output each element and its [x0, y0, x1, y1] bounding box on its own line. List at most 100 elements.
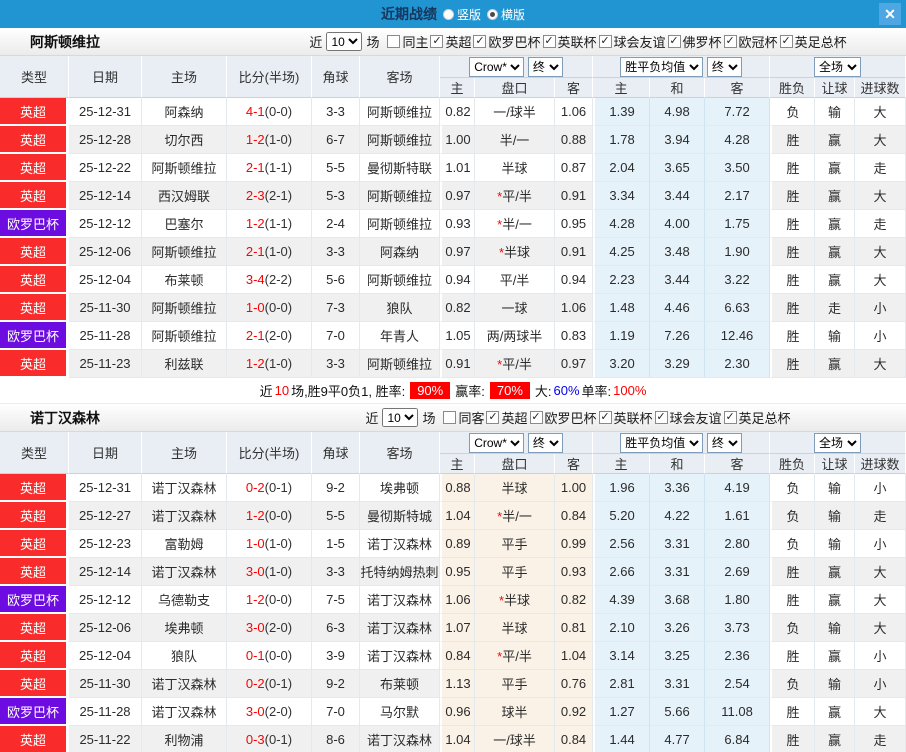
table-row: 英超 25-12-04 狼队 0-1(0-0) 3-9 诺丁汉森林 0.84 *平/半 1.04…: [0, 642, 906, 670]
cell-league-badge: 英超: [0, 154, 69, 182]
same-venue-checkbox[interactable]: [443, 411, 457, 424]
cell-league-badge: 英超: [0, 614, 69, 642]
cell-league-badge: 英超: [0, 266, 69, 294]
cell-score: 3-0(2-0): [227, 698, 312, 726]
cell-away-team: 阿斯顿维拉: [360, 350, 440, 378]
table-body: 英超 25-12-31 阿森纳 4-1(0-0) 3-3 阿斯顿维拉 0.82 一/球半 1.0…: [0, 98, 906, 378]
cell-away-odds: 1.06: [555, 98, 594, 126]
bookmaker-select[interactable]: Crow*: [469, 56, 525, 77]
cell-result: 胜: [770, 126, 816, 154]
score-fulltime: 0-2: [245, 676, 265, 691]
cell-home-odds: 0.88: [440, 474, 475, 502]
sub-result-header: 胜负: [770, 78, 816, 98]
cell-home-odds: 0.82: [440, 98, 475, 126]
cell-draw-avg: 3.31: [650, 558, 706, 586]
sub-draw-avg-header: 和: [650, 78, 706, 98]
full-match-select[interactable]: 全场: [814, 56, 862, 77]
match-count-select[interactable]: 10: [326, 32, 363, 51]
league-checkbox[interactable]: ✓: [430, 35, 444, 48]
cell-date: 25-12-28: [69, 126, 142, 154]
bookmaker-select[interactable]: Crow*: [469, 432, 525, 453]
league-filter-label: 欧罗巴杯: [488, 35, 541, 50]
cell-lose-avg: 7.72: [705, 98, 771, 126]
col-away-header: 客场: [360, 432, 440, 474]
league-checkbox[interactable]: ✓: [529, 411, 543, 424]
cell-handicap: 一球: [475, 294, 555, 322]
score-fulltime: 3-0: [245, 704, 265, 719]
cell-goals-result: 大: [855, 266, 906, 294]
cell-date: 25-12-04: [69, 266, 142, 294]
league-checkbox[interactable]: ✓: [542, 35, 556, 48]
league-checkbox[interactable]: ✓: [598, 35, 612, 48]
matches-table: 类型 日期 主场 比分(半场) 角球 客场 Crow* 终 胜平负均值 终 全场…: [0, 432, 906, 752]
score-fulltime: 0-3: [245, 732, 265, 747]
cell-home-odds: 0.91: [440, 350, 475, 378]
radio-horizontal-layout[interactable]: 横版: [487, 6, 525, 23]
close-icon[interactable]: ✕: [879, 3, 901, 25]
final-avg-select[interactable]: 终: [706, 432, 742, 453]
league-checkbox[interactable]: ✓: [723, 35, 737, 48]
score-fulltime: 1-0: [245, 300, 265, 315]
avg-odds-select[interactable]: 胜平负均值: [620, 56, 704, 77]
league-checkbox[interactable]: ✓: [723, 411, 737, 424]
cell-corners: 5-6: [312, 266, 360, 294]
cell-handicap-result: 赢: [815, 266, 856, 294]
cell-date: 25-11-28: [69, 322, 142, 350]
radio-checked-icon[interactable]: [487, 8, 498, 20]
cell-league-badge: 英超: [0, 294, 69, 322]
cell-handicap-result: 输: [815, 502, 856, 530]
cell-result: 胜: [770, 294, 816, 322]
radio-vertical-layout[interactable]: 竖版: [442, 6, 481, 23]
sub-result-header: 胜负: [770, 454, 816, 474]
cell-score: 1-0(1-0): [227, 530, 312, 558]
cell-date: 25-12-31: [69, 98, 142, 126]
score-halftime: (0-0): [264, 300, 293, 315]
cell-corners: 5-3: [312, 182, 360, 210]
league-checkbox[interactable]: ✓: [654, 411, 668, 424]
league-filter-label: 英超: [501, 411, 528, 426]
league-checkbox[interactable]: ✓: [598, 411, 612, 424]
score-fulltime: 0-1: [245, 648, 265, 663]
avg-odds-select[interactable]: 胜平负均值: [620, 432, 704, 453]
cell-win-avg: 1.96: [593, 474, 651, 502]
cell-home-team: 利兹联: [142, 350, 227, 378]
cell-home-odds: 1.07: [440, 614, 475, 642]
final-odds-select[interactable]: 终: [527, 432, 563, 453]
final-avg-select[interactable]: 终: [706, 56, 742, 77]
cell-away-odds: 0.87: [555, 154, 594, 182]
cell-handicap-result: 赢: [815, 698, 856, 726]
cell-home-team: 布莱顿: [142, 266, 227, 294]
radio-unchecked-icon[interactable]: [442, 8, 454, 20]
cell-home-team: 诺丁汉森林: [142, 558, 227, 586]
cell-away-team: 狼队: [360, 294, 440, 322]
cell-handicap-result: 赢: [815, 126, 856, 154]
cell-home-team: 阿森纳: [142, 98, 227, 126]
cell-lose-avg: 4.19: [705, 474, 771, 502]
summary-segment: 60%: [553, 383, 580, 398]
league-checkbox[interactable]: ✓: [667, 35, 681, 48]
cell-home-odds: 0.89: [440, 530, 475, 558]
cell-corners: 3-9: [312, 642, 360, 670]
league-checkbox[interactable]: ✓: [473, 35, 487, 48]
summary-segment: 单率:: [581, 384, 612, 399]
cell-home-odds: 0.95: [440, 558, 475, 586]
cell-goals-result: 大: [855, 698, 906, 726]
match-count-select[interactable]: 10: [382, 408, 419, 427]
cell-corners: 7-0: [312, 698, 360, 726]
league-checkbox[interactable]: ✓: [486, 411, 500, 424]
cell-home-team: 诺丁汉森林: [142, 698, 227, 726]
cell-lose-avg: 2.36: [705, 642, 771, 670]
cell-goals-result: 走: [855, 154, 906, 182]
cell-draw-avg: 3.65: [650, 154, 706, 182]
cell-lose-avg: 11.08: [705, 698, 771, 726]
col-score-header: 比分(半场): [227, 432, 312, 474]
cell-away-odds: 0.82: [555, 586, 594, 614]
full-match-select[interactable]: 全场: [814, 432, 862, 453]
col-type-header: 类型: [0, 432, 69, 474]
cell-home-team: 巴塞尔: [142, 210, 227, 238]
league-checkbox[interactable]: ✓: [779, 35, 793, 48]
score-fulltime: 4-1: [245, 104, 265, 119]
final-odds-select[interactable]: 终: [527, 56, 563, 77]
same-venue-checkbox[interactable]: [387, 35, 401, 48]
sub-win-avg-header: 主: [593, 454, 651, 474]
